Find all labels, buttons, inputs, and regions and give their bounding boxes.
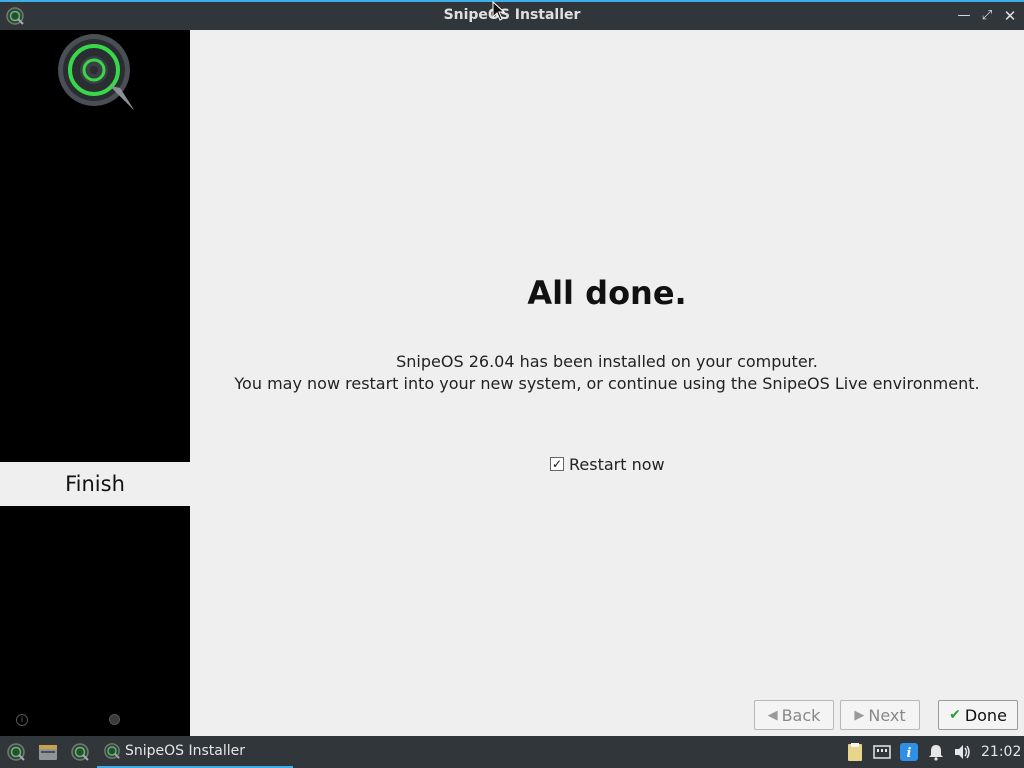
minimize-icon[interactable]: — — [955, 7, 973, 25]
debug-dot-icon[interactable] — [109, 714, 120, 725]
bell-icon[interactable] — [926, 742, 946, 762]
completion-message: SnipeOS 26.04 has been installed on your… — [190, 351, 1024, 395]
restart-now-label: Restart now — [569, 454, 665, 474]
back-button[interactable]: ◀ Back — [754, 700, 834, 730]
volume-icon[interactable] — [952, 742, 972, 762]
clipboard-icon[interactable] — [845, 742, 865, 762]
info-icon[interactable]: i — [899, 742, 919, 762]
app-menu-icon[interactable] — [6, 742, 26, 762]
restart-now-checkbox[interactable]: ✓ Restart now — [550, 454, 665, 474]
checkbox-box[interactable]: ✓ — [550, 457, 564, 471]
page-title: All done. — [527, 274, 687, 312]
check-icon: ✔ — [949, 707, 961, 723]
arrow-right-icon: ▶ — [854, 707, 865, 723]
arrow-left-icon: ◀ — [767, 707, 778, 723]
file-manager-icon[interactable] — [38, 742, 58, 762]
next-label: Next — [868, 705, 906, 725]
message-line-1: SnipeOS 26.04 has been installed on your… — [396, 352, 818, 371]
taskbar-task-label: SnipeOS Installer — [125, 743, 246, 759]
info-icon[interactable]: i — [16, 714, 28, 726]
app-logo-icon — [58, 34, 134, 110]
close-icon[interactable]: ✕ — [1001, 7, 1019, 25]
installer-sidebar: Finish i — [0, 30, 190, 736]
network-icon[interactable] — [872, 742, 892, 762]
done-button[interactable]: ✔ Done — [938, 700, 1018, 730]
window-title: SnipeOS Installer — [443, 7, 581, 23]
installer-main: All done. SnipeOS 26.04 has been install… — [190, 30, 1024, 736]
next-button[interactable]: ▶ Next — [840, 700, 920, 730]
window-titlebar[interactable]: SnipeOS Installer — ⤢ ✕ — [0, 0, 1024, 30]
svg-text:i: i — [907, 746, 912, 761]
message-line-2: You may now restart into your new system… — [234, 374, 980, 393]
taskbar-task-installer[interactable]: SnipeOS Installer — [97, 736, 293, 768]
back-label: Back — [781, 705, 821, 725]
done-label: Done — [964, 705, 1007, 725]
taskbar: SnipeOS Installer i 21:02 — [0, 736, 1024, 768]
app-logo-icon — [104, 743, 120, 759]
maximize-icon[interactable]: ⤢ — [978, 7, 996, 25]
clock[interactable]: 21:02 — [981, 744, 1021, 760]
sidebar-step-finish: Finish — [0, 462, 190, 506]
installer-launcher-icon[interactable] — [70, 742, 90, 762]
mouse-cursor-icon — [492, 1, 506, 21]
